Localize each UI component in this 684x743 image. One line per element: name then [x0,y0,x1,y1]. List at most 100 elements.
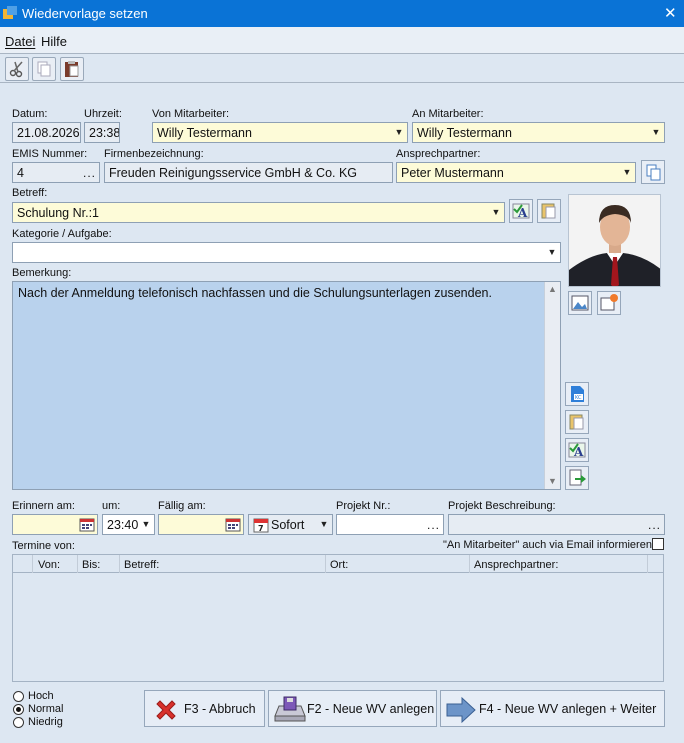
emis-nummer-value: 4 [17,166,24,180]
datum-field[interactable]: 21.08.2026 [12,122,81,143]
save-disk-icon [274,696,306,722]
kategorie-label: Kategorie / Aufgabe: [12,228,112,240]
faellig-am-field[interactable] [158,514,244,535]
termine-von-label: Termine von: [12,540,75,552]
clipboard-button[interactable] [565,410,589,434]
title-bar: Wiedervorlage setzen ✕ [0,0,684,27]
bemerkung-text: Nach der Anmeldung telefonisch nachfasse… [18,286,492,300]
photo-edit-button[interactable] [597,291,621,315]
column-divider [119,555,120,573]
document-arrow-icon [569,469,586,486]
an-mitarbeiter-select[interactable]: Willy Testermann ▼ [412,122,665,143]
calendar-icon[interactable] [225,517,241,532]
column-header-betreff[interactable]: Betreff: [124,559,159,571]
neue-wv-button[interactable]: F2 - Neue WV anlegen [268,690,437,727]
calendar-icon[interactable] [79,517,95,532]
erinnern-am-label: Erinnern am: [12,500,75,512]
copy-button[interactable] [32,57,56,81]
ellipsis-button[interactable]: ... [83,166,96,180]
svg-text:7: 7 [258,524,264,533]
firmenbezeichnung-field[interactable]: Freuden Reinigungsservice GmbH & Co. KG [104,162,393,183]
column-header-bis[interactable]: Bis: [82,559,100,571]
column-divider [647,555,648,573]
scroll-down-icon[interactable]: ▼ [548,476,557,486]
image-icon [571,295,589,311]
erinnern-am-field[interactable] [12,514,98,535]
priority-normal-radio[interactable] [13,704,24,715]
neue-wv-label: F2 - Neue WV anlegen [307,702,435,716]
bemerkung-textarea[interactable]: Nach der Anmeldung telefonisch nachfasse… [12,281,561,490]
termine-table[interactable]: Von: Bis: Betreff: Ort: Ansprechpartner: [12,554,664,682]
cut-button[interactable] [5,57,29,81]
copy-icon [37,61,51,77]
betreff-value: Schulung Nr.:1 [17,206,99,220]
von-mitarbeiter-select[interactable]: Willy Testermann ▼ [152,122,408,143]
spellcheck-icon: A [568,442,586,459]
clipboard-icon [569,414,584,430]
scrollbar[interactable]: ▲ ▼ [544,282,560,489]
faellig-am-label: Fällig am: [158,500,206,512]
chevron-down-icon[interactable]: ▼ [544,243,560,262]
ellipsis-button[interactable]: ... [648,518,661,532]
neue-wv-weiter-button[interactable]: F4 - Neue WV anlegen + Weiter [440,690,665,727]
spellcheck-icon: A [512,203,530,220]
chevron-down-icon[interactable]: ▼ [138,515,154,534]
column-header-ansprechpartner[interactable]: Ansprechpartner: [474,559,558,571]
von-mitarbeiter-value: Willy Testermann [157,126,252,140]
ellipsis-button[interactable]: ... [427,518,440,532]
firmenbezeichnung-label: Firmenbezeichnung: [104,148,204,160]
scroll-up-icon[interactable]: ▲ [548,284,557,294]
chevron-down-icon[interactable]: ▼ [648,123,664,142]
menu-hilfe[interactable]: Hilfe [41,34,67,49]
calendar-7-icon: 7 [253,518,269,533]
export-button[interactable] [565,466,589,490]
cancel-x-icon [156,700,176,720]
column-header-von[interactable]: Von: [38,559,60,571]
kategorie-select[interactable]: ▼ [12,242,561,263]
ansprechpartner-select[interactable]: Peter Mustermann ▼ [396,162,636,183]
svg-text:KC: KC [575,395,582,401]
spellcheck-memo-button[interactable]: A [565,438,589,462]
spellcheck-button[interactable]: A [509,199,533,223]
document-kc-icon: KC [571,386,584,402]
neue-wv-weiter-label: F4 - Neue WV anlegen + Weiter [479,702,657,716]
chevron-down-icon[interactable]: ▼ [619,163,635,182]
projekt-nr-field[interactable]: ... [336,514,444,535]
chevron-down-icon[interactable]: ▼ [391,123,407,142]
emis-nummer-field[interactable]: 4 ... [12,162,100,183]
column-header-ort[interactable]: Ort: [330,559,348,571]
email-checkbox[interactable] [652,538,664,550]
priority-niedrig-radio[interactable] [13,717,24,728]
erinnern-um-select[interactable]: 23:40 ▼ [102,514,155,535]
column-divider [77,555,78,573]
close-icon[interactable]: ✕ [664,4,677,22]
chevron-down-icon[interactable]: ▼ [316,515,332,534]
textblock-button[interactable] [537,199,561,223]
email-checkbox-label: "An Mitarbeiter" auch via Email informie… [443,539,652,551]
uhrzeit-label: Uhrzeit: [84,108,122,120]
textblock-insert-button[interactable]: KC [565,382,589,406]
chevron-down-icon[interactable]: ▼ [488,203,504,222]
datum-label: Datum: [12,108,48,120]
paste-icon [65,61,79,77]
photo-view-button[interactable] [568,291,592,315]
betreff-select[interactable]: Schulung Nr.:1 ▼ [12,202,505,223]
abbruch-button[interactable]: F3 - Abbruch [144,690,265,727]
projekt-beschreibung-field[interactable]: ... [448,514,665,535]
app-icon [3,6,17,19]
copy-icon [646,164,661,181]
table-header-spacer [13,555,33,573]
table-header: Von: Bis: Betreff: Ort: Ansprechpartner: [13,555,663,573]
cut-icon [9,61,23,78]
uhrzeit-field[interactable]: 23:38 [84,122,120,143]
window-title: Wiedervorlage setzen [22,6,148,21]
copy-contact-button[interactable] [641,160,665,184]
um-label: um: [102,500,121,512]
menu-datei[interactable]: Datei [5,34,35,49]
sofort-dropdown[interactable]: 7 Sofort ▼ [248,514,333,535]
priority-hoch-radio[interactable] [13,691,24,702]
an-mitarbeiter-value: Willy Testermann [417,126,512,140]
priority-hoch-label: Hoch [28,690,54,702]
column-divider [469,555,470,573]
paste-button[interactable] [60,57,84,81]
